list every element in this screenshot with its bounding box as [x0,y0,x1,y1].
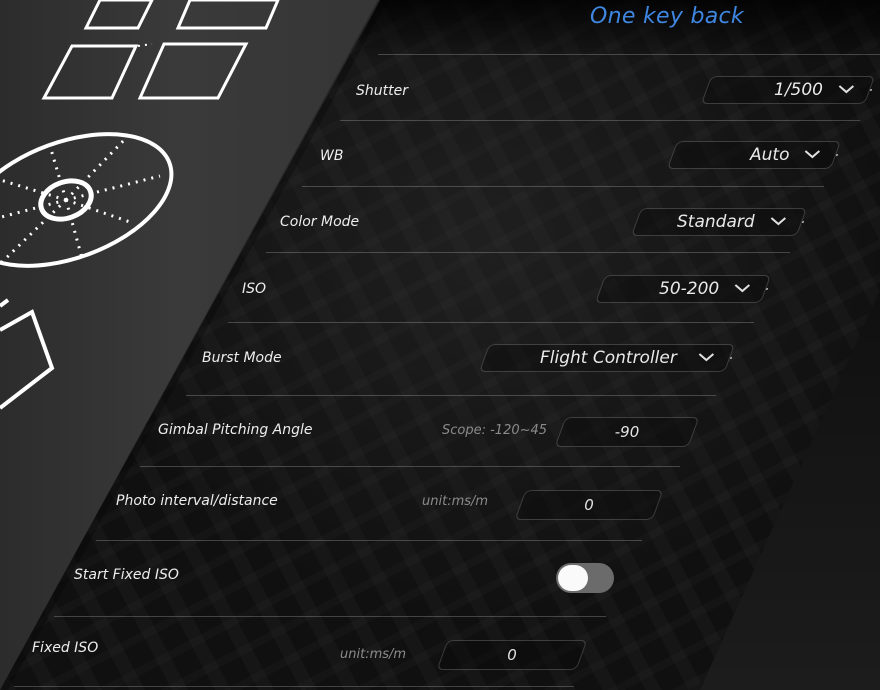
iso-label: ISO [242,281,267,297]
divider [14,686,574,687]
burst-mode-select[interactable]: Flight Controller [478,344,736,372]
color-mode-select[interactable]: Standard [630,208,808,236]
divider [266,252,790,253]
start-fixed-iso-label: Start Fixed ISO [74,567,179,583]
gimbal-scope-hint: Scope: -120~45 [442,423,548,438]
chevron-down-icon [804,150,821,159]
chevron-down-icon [734,284,751,293]
iso-value: 50-200 [658,279,719,299]
photo-interval-unit: unit:ms/m [422,494,489,509]
mission-mode-icons [0,0,280,410]
burst-mode-label: Burst Mode [202,350,282,366]
color-mode-value: Standard [677,212,755,232]
burst-mode-value: Flight Controller [540,348,677,368]
start-fixed-iso-toggle[interactable] [556,563,614,593]
divider [302,186,824,187]
shutter-select[interactable]: 1/500 [700,76,876,104]
divider [140,466,680,467]
divider [54,616,606,617]
iso-select[interactable]: 50-200 [594,275,772,303]
divider [186,395,716,396]
divider [96,540,642,541]
chevron-down-icon [838,85,855,94]
waypoint-mode-icon[interactable] [0,298,55,410]
fixed-iso-value: 0 [507,646,517,664]
shutter-label: Shutter [356,83,408,99]
divider [340,120,860,121]
orbit-mode-icon[interactable] [0,109,189,292]
color-mode-label: Color Mode [280,214,360,230]
fixed-iso-label: Fixed ISO [32,640,99,656]
wb-label: WB [320,148,344,164]
photo-interval-value: 0 [584,496,594,514]
chevron-down-icon [698,353,715,362]
chevron-down-icon [770,217,787,226]
divider [378,54,880,55]
gimbal-angle-value: -90 [614,423,640,441]
one-key-back-title[interactable]: One key back [590,4,744,29]
grid-mode-icon[interactable] [41,0,280,100]
shutter-value: 1/500 [774,80,823,100]
photo-interval-label: Photo interval/distance [116,493,278,509]
divider [228,322,754,323]
photo-interval-input[interactable]: 0 [514,490,664,520]
gimbal-angle-label: Gimbal Pitching Angle [158,422,313,438]
fixed-iso-unit: unit:ms/m [340,647,407,662]
wb-select[interactable]: Auto [666,141,842,169]
fixed-iso-input[interactable]: 0 [436,640,588,670]
wb-value: Auto [749,145,789,165]
toggle-knob [558,565,588,591]
gimbal-angle-input[interactable]: -90 [554,417,700,447]
